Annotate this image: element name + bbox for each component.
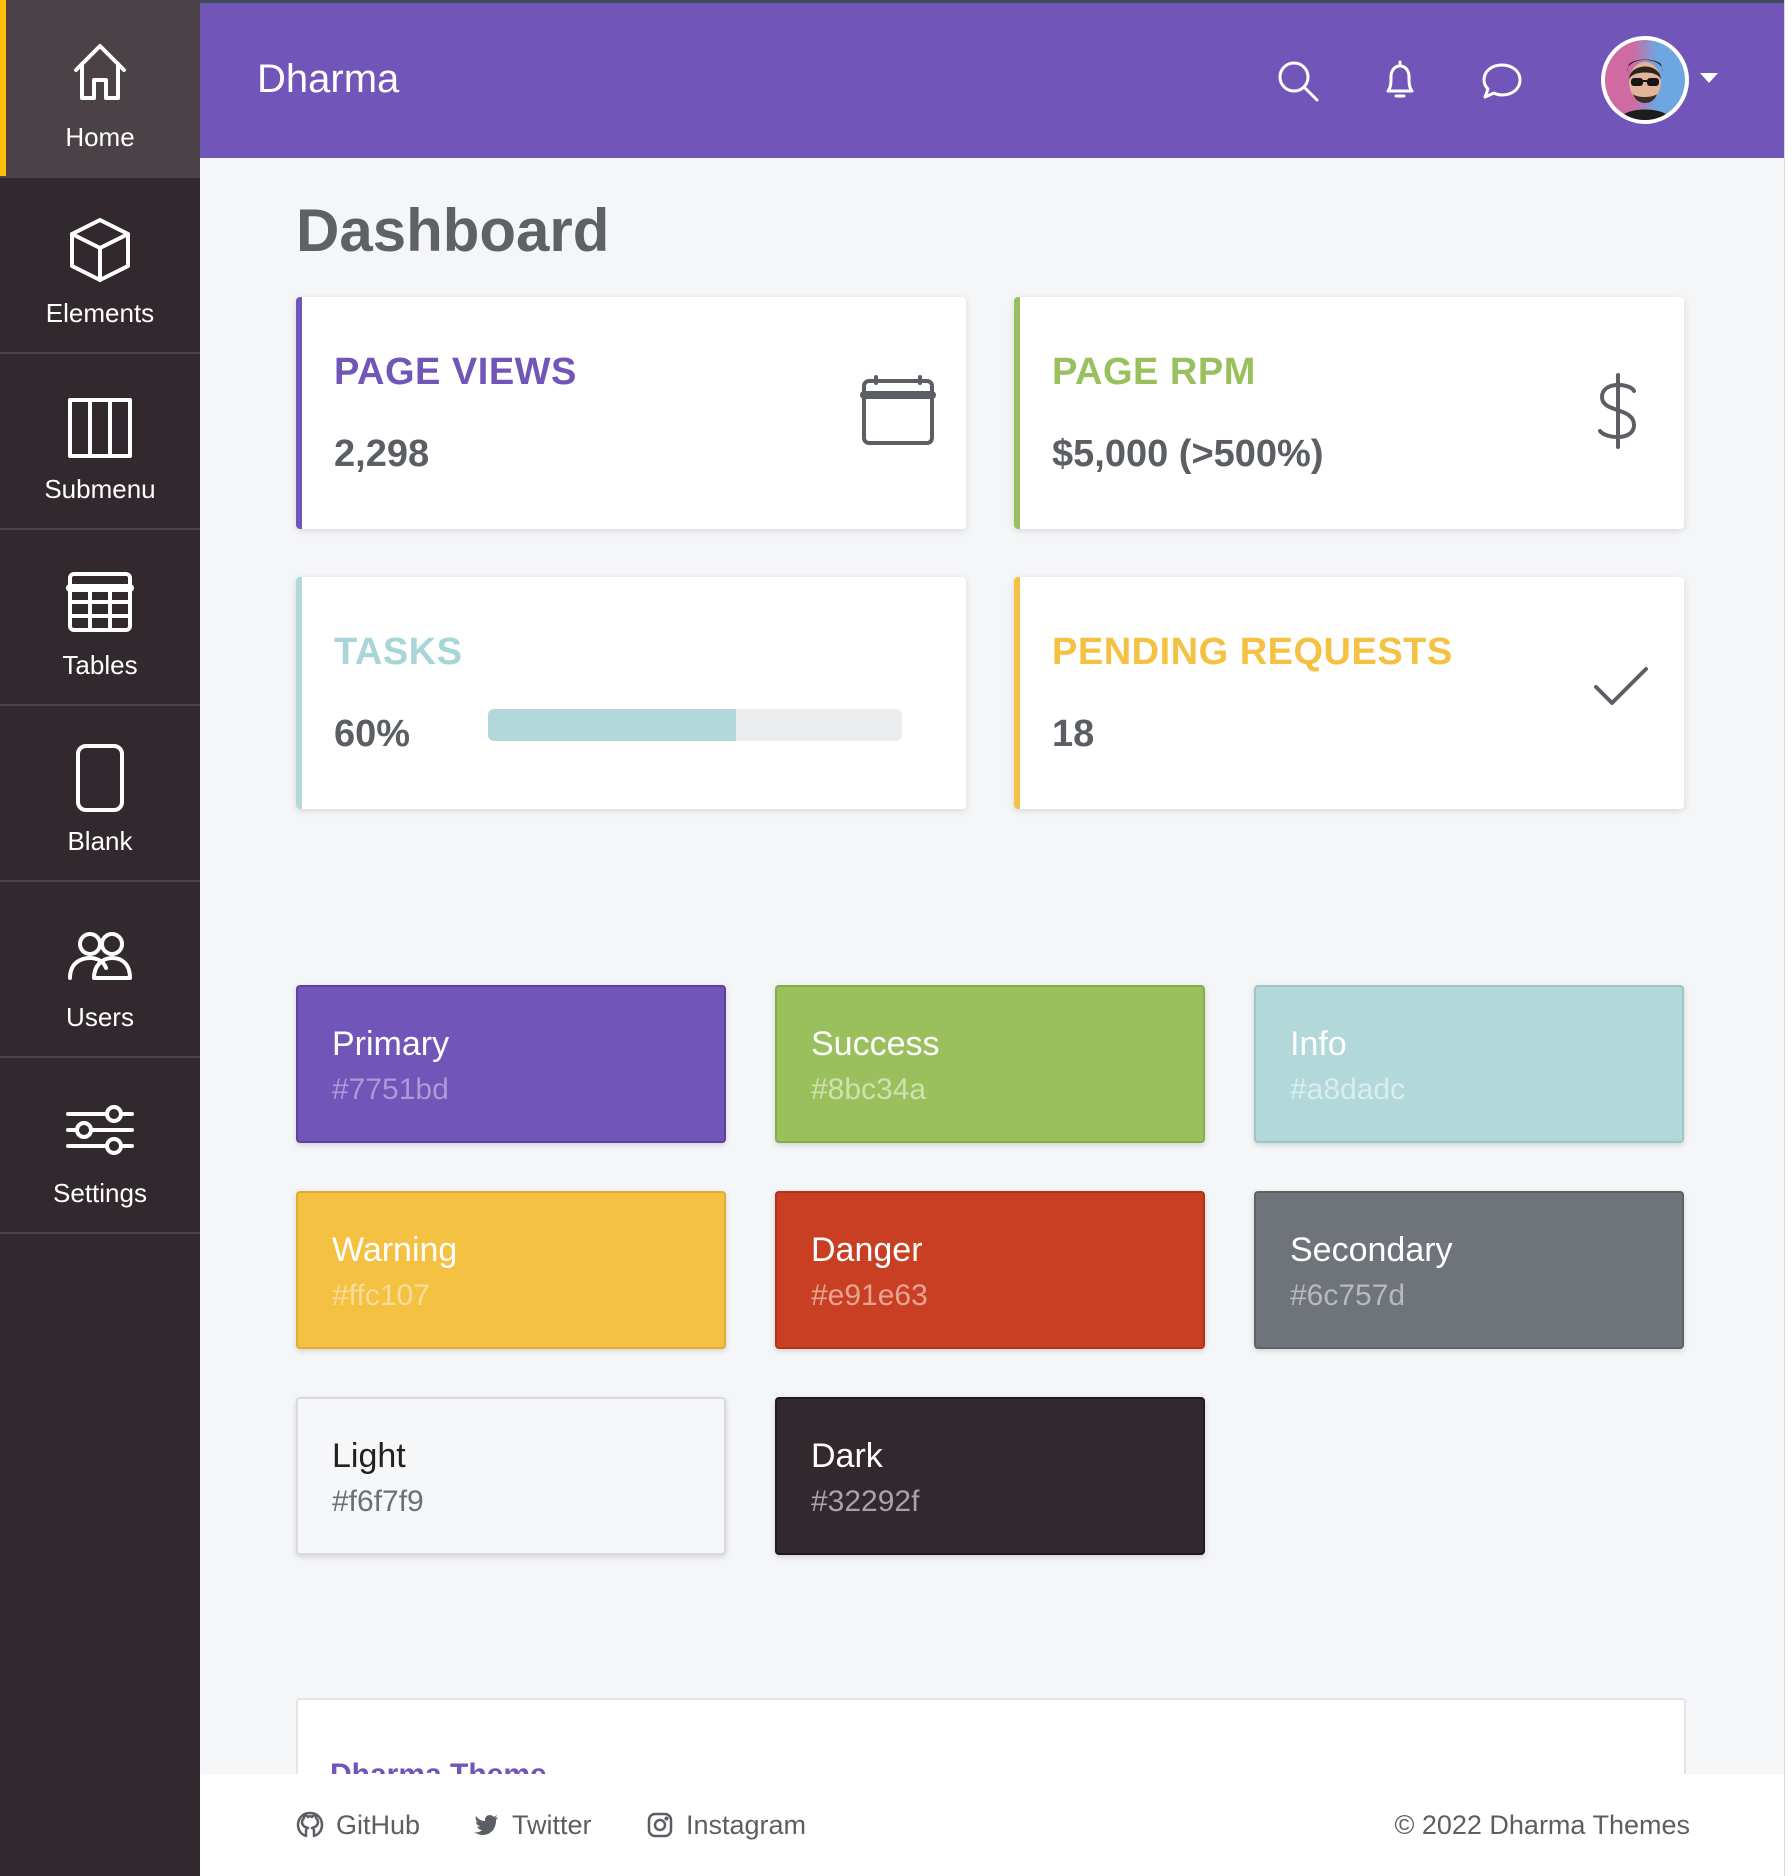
card-value: 60% bbox=[334, 713, 411, 755]
footer-link-label: GitHub bbox=[336, 1810, 421, 1840]
card-accent-bar bbox=[1014, 297, 1020, 529]
map-icon bbox=[64, 390, 136, 462]
twitter-icon bbox=[474, 1815, 498, 1835]
swatch-success: Success #8bc34a bbox=[775, 985, 1205, 1143]
chat-icon[interactable] bbox=[1480, 59, 1524, 103]
swatch-hex: #ffc107 bbox=[332, 1279, 430, 1312]
sidebar-item-label: Elements bbox=[45, 298, 155, 328]
sidebar-item-tables[interactable]: Tables bbox=[0, 530, 200, 706]
footer-link-label: Twitter bbox=[512, 1810, 592, 1840]
card-accent-bar bbox=[1014, 577, 1020, 809]
card-title: PAGE RPM bbox=[1052, 351, 1256, 393]
sidebar-item-label: Home bbox=[65, 122, 135, 152]
swatch-name: Dark bbox=[811, 1437, 883, 1475]
search-icon[interactable] bbox=[1276, 59, 1320, 103]
tablet-icon bbox=[64, 742, 136, 814]
swatch-dark: Dark #32292f bbox=[775, 1397, 1205, 1555]
window-right-edge bbox=[1784, 0, 1792, 1876]
users-icon bbox=[64, 918, 136, 990]
page-title: Dashboard bbox=[296, 197, 610, 264]
footer-link-instagram[interactable]: Instagram bbox=[646, 1810, 806, 1841]
card-accent-bar bbox=[296, 297, 302, 529]
sidebar: Home Elements Submenu Tables Blank Users bbox=[0, 0, 200, 1876]
swatch-hex: #a8dadc bbox=[1290, 1073, 1406, 1106]
card-title: PAGE VIEWS bbox=[334, 351, 577, 393]
swatch-hex: #6c757d bbox=[1290, 1279, 1406, 1312]
swatch-hex: #8bc34a bbox=[811, 1073, 927, 1106]
stat-card-page-views: PAGE VIEWS 2,298 bbox=[296, 297, 966, 529]
card-title: TASKS bbox=[334, 631, 463, 673]
sidebar-item-settings[interactable]: Settings bbox=[0, 1058, 200, 1234]
sidebar-item-elements[interactable]: Elements bbox=[0, 178, 200, 354]
sliders-icon bbox=[64, 1094, 136, 1166]
table-icon bbox=[64, 566, 136, 638]
swatch-name: Secondary bbox=[1290, 1231, 1453, 1269]
stat-card-pending-requests: PENDING REQUESTS 18 bbox=[1014, 577, 1684, 809]
footer-link-github[interactable]: GitHub bbox=[296, 1810, 420, 1841]
swatch-name: Light bbox=[332, 1437, 406, 1475]
brand-name[interactable]: Dharma bbox=[257, 57, 399, 102]
stat-card-tasks: TASKS 60% bbox=[296, 577, 966, 809]
user-avatar[interactable] bbox=[1601, 36, 1689, 124]
chevron-down-icon[interactable] bbox=[1700, 73, 1718, 83]
sidebar-item-submenu[interactable]: Submenu bbox=[0, 354, 200, 530]
card-value: $5,000 (>500%) bbox=[1052, 433, 1324, 475]
swatch-name: Warning bbox=[332, 1231, 458, 1269]
progress-fill bbox=[488, 709, 737, 741]
card-accent-bar bbox=[296, 577, 302, 809]
swatch-hex: #32292f bbox=[811, 1485, 920, 1518]
swatch-primary: Primary #7751bd bbox=[296, 985, 726, 1143]
footer-link-twitter[interactable]: Twitter bbox=[472, 1810, 592, 1841]
sidebar-item-label: Tables bbox=[62, 650, 138, 680]
sidebar-item-label: Blank bbox=[67, 826, 133, 856]
swatch-name: Info bbox=[1290, 1025, 1347, 1063]
sidebar-item-users[interactable]: Users bbox=[0, 882, 200, 1058]
swatch-light: Light #f6f7f9 bbox=[296, 1397, 726, 1555]
swatch-name: Primary bbox=[332, 1025, 450, 1063]
sidebar-item-blank[interactable]: Blank bbox=[0, 706, 200, 882]
tasks-progress-bar bbox=[488, 709, 902, 741]
sidebar-item-home[interactable]: Home bbox=[0, 0, 200, 178]
cube-icon bbox=[64, 214, 136, 286]
bell-icon[interactable] bbox=[1378, 59, 1422, 103]
swatch-info: Info #a8dadc bbox=[1254, 985, 1684, 1143]
card-value: 18 bbox=[1052, 713, 1095, 755]
swatch-secondary: Secondary #6c757d bbox=[1254, 1191, 1684, 1349]
home-icon bbox=[64, 36, 136, 108]
swatch-hex: #e91e63 bbox=[811, 1279, 928, 1312]
footer-link-label: Instagram bbox=[686, 1810, 807, 1840]
sidebar-item-label: Submenu bbox=[44, 474, 156, 504]
swatch-name: Success bbox=[811, 1025, 940, 1063]
swatch-hex: #f6f7f9 bbox=[332, 1485, 424, 1518]
swatch-hex: #7751bd bbox=[332, 1073, 449, 1106]
swatch-name: Danger bbox=[811, 1231, 923, 1269]
stat-card-page-rpm: PAGE RPM $5,000 (>500%) bbox=[1014, 297, 1684, 529]
top-navbar: Dharma bbox=[200, 3, 1784, 158]
swatch-danger: Danger #e91e63 bbox=[775, 1191, 1205, 1349]
calendar-icon bbox=[860, 373, 936, 454]
sidebar-item-label: Users bbox=[66, 1002, 134, 1032]
card-title: PENDING REQUESTS bbox=[1052, 631, 1453, 673]
footer: GitHub Twitter Instagram © 2022 Dharma T… bbox=[200, 1774, 1784, 1876]
check-icon bbox=[1592, 663, 1650, 714]
dollar-icon bbox=[1594, 371, 1642, 456]
sidebar-item-label: Settings bbox=[53, 1178, 147, 1208]
github-icon bbox=[296, 1811, 324, 1838]
copyright-text: © 2022 Dharma Themes bbox=[1394, 1810, 1690, 1840]
swatch-warning: Warning #ffc107 bbox=[296, 1191, 726, 1349]
card-value: 2,298 bbox=[334, 433, 430, 475]
instagram-icon bbox=[647, 1812, 673, 1838]
